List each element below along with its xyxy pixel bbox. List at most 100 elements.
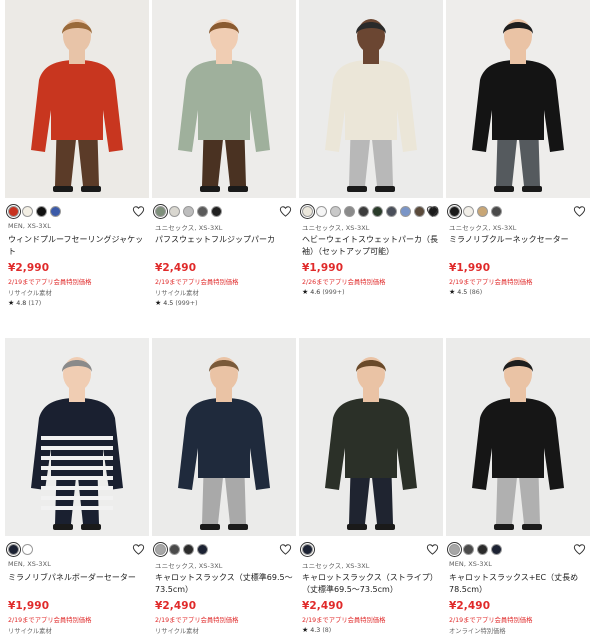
rating-value: 4.8 [16,300,27,307]
color-swatch[interactable] [447,204,462,219]
color-swatch[interactable] [153,542,168,557]
color-swatch[interactable] [477,206,488,217]
color-swatch[interactable] [6,542,21,557]
color-swatch[interactable] [197,206,208,217]
product-card[interactable]: MEN, XS-3XL ウィンドプルーフセーリングジャケット ¥2,990 2/19ま… [5,0,149,307]
color-swatch[interactable] [197,544,208,555]
product-image[interactable] [299,338,443,536]
product-name[interactable]: キャロットスラックス（丈標準69.5〜73.5cm） [155,572,293,596]
product-card[interactable]: MEN, XS-3XL ミラノリブパネルボーダーセーター ¥1,990 2/19までア… [5,338,149,638]
favorite-heart-icon[interactable] [426,205,439,218]
product-name[interactable]: キャロットスラックス（ストライプ）（丈標準69.5〜73.5cm） [302,572,440,596]
color-swatch[interactable] [344,206,355,217]
color-swatches [6,542,33,557]
color-swatch[interactable] [36,206,47,217]
product-price: ¥2,990 [8,262,50,274]
color-swatch[interactable] [183,206,194,217]
product-image[interactable] [446,338,590,536]
product-meta: MEN, XS-3XL [8,222,51,230]
product-name[interactable]: キャロットスラックス+EC（丈長め78.5cm） [449,572,587,596]
color-swatch[interactable] [447,542,462,557]
color-swatch[interactable] [22,544,33,555]
product-image[interactable] [5,0,149,198]
product-meta: ユニセックス, XS-3XL [302,224,370,232]
color-swatch[interactable] [491,544,502,555]
product-rating: ★ 4.3 (8) [302,626,331,634]
favorite-heart-icon[interactable] [279,205,292,218]
product-meta: ユニセックス, XS-3XL [449,224,517,232]
color-swatches [6,204,61,219]
product-image[interactable] [446,0,590,198]
product-card[interactable]: ユニセックス, XS-3XL キャロットスラックス（ストライプ）（丈標準69.5〜… [299,338,443,638]
star-icon: ★ [8,299,15,307]
color-swatch[interactable] [169,206,180,217]
product-rating: ★ 4.5 (86) [449,288,482,296]
color-swatch[interactable] [491,206,502,217]
product-price: ¥1,990 [8,600,50,612]
product-name[interactable]: パフスウェットフルジップパーカ [155,234,293,246]
product-card[interactable]: ユニセックス, XS-3XL パフスウェットフルジップパーカ ¥2,490 2/19ま… [152,0,296,307]
favorite-heart-icon[interactable] [132,543,145,556]
product-price: ¥2,490 [449,600,491,612]
color-swatch[interactable] [169,544,180,555]
product-name[interactable]: ミラノリブクルーネックセーター [449,234,587,246]
rating-value: 4.5 [163,300,174,307]
product-price: ¥2,490 [302,600,344,612]
color-swatch[interactable] [477,544,488,555]
rating-count: (999+) [175,300,198,307]
favorite-heart-icon[interactable] [132,205,145,218]
product-meta: MEN, XS-3XL [449,560,492,568]
product-rating: ★ 4.6 (999+) [302,288,345,296]
product-image[interactable] [5,338,149,536]
product-card[interactable]: ユニセックス, XS-3XL ヘビーウェイトスウェットパーカ（長袖）（セットアップ… [299,0,443,300]
color-swatch[interactable] [6,204,21,219]
color-swatch[interactable] [300,542,315,557]
color-swatches [153,542,208,557]
promo-text: 2/19までアプリ会員特別価格 [449,279,533,286]
color-swatch[interactable] [153,204,168,219]
favorite-heart-icon[interactable] [279,543,292,556]
product-card[interactable]: MEN, XS-3XL キャロットスラックス+EC（丈長め78.5cm） ¥2,49… [446,338,590,638]
color-swatches [153,204,222,219]
product-tag: オンライン特別価格 [449,628,506,635]
product-name[interactable]: ウィンドプルーフセーリングジャケット [8,234,146,258]
color-swatch[interactable] [22,206,33,217]
product-tag: リサイクル素材 [155,290,199,297]
color-swatch[interactable] [372,206,383,217]
color-swatches [300,542,315,557]
color-swatch[interactable] [300,204,315,219]
color-swatch[interactable] [386,206,397,217]
promo-text: 2/19までアプリ会員特別価格 [155,617,239,624]
color-swatch[interactable] [400,206,411,217]
color-swatch[interactable] [463,544,474,555]
color-swatch[interactable] [463,206,474,217]
product-card[interactable]: ユニセックス, XS-3XL ミラノリブクルーネックセーター ¥1,990 2/19ま… [446,0,590,300]
product-image[interactable] [152,0,296,198]
favorite-heart-icon[interactable] [426,543,439,556]
color-swatches [447,542,502,557]
product-grid: MEN, XS-3XL ウィンドプルーフセーリングジャケット ¥2,990 2/19ま… [0,0,596,635]
product-image[interactable] [299,0,443,198]
product-card[interactable]: ユニセックス, XS-3XL キャロットスラックス（丈標準69.5〜73.5cm）… [152,338,296,638]
rating-count: (999+) [322,289,345,296]
color-swatch[interactable] [358,206,369,217]
product-image[interactable] [152,338,296,536]
favorite-heart-icon[interactable] [573,543,586,556]
color-swatch[interactable] [211,206,222,217]
color-swatches [300,204,439,219]
rating-count: (8) [322,627,332,634]
product-name[interactable]: ミラノリブパネルボーダーセーター [8,572,146,584]
product-meta: ユニセックス, XS-3XL [302,562,370,570]
promo-text: 2/19までアプリ会員特別価格 [8,617,92,624]
product-tag: リサイクル素材 [8,290,52,297]
color-swatch[interactable] [330,206,341,217]
product-name[interactable]: ヘビーウェイトスウェットパーカ（長袖）（セットアップ可能） [302,234,440,258]
color-swatch[interactable] [183,544,194,555]
favorite-heart-icon[interactable] [573,205,586,218]
product-meta: ユニセックス, XS-3XL [155,562,223,570]
rating-count: (86) [469,289,483,296]
product-price: ¥2,490 [155,600,197,612]
color-swatch[interactable] [414,206,425,217]
color-swatch[interactable] [50,206,61,217]
color-swatch[interactable] [316,206,327,217]
